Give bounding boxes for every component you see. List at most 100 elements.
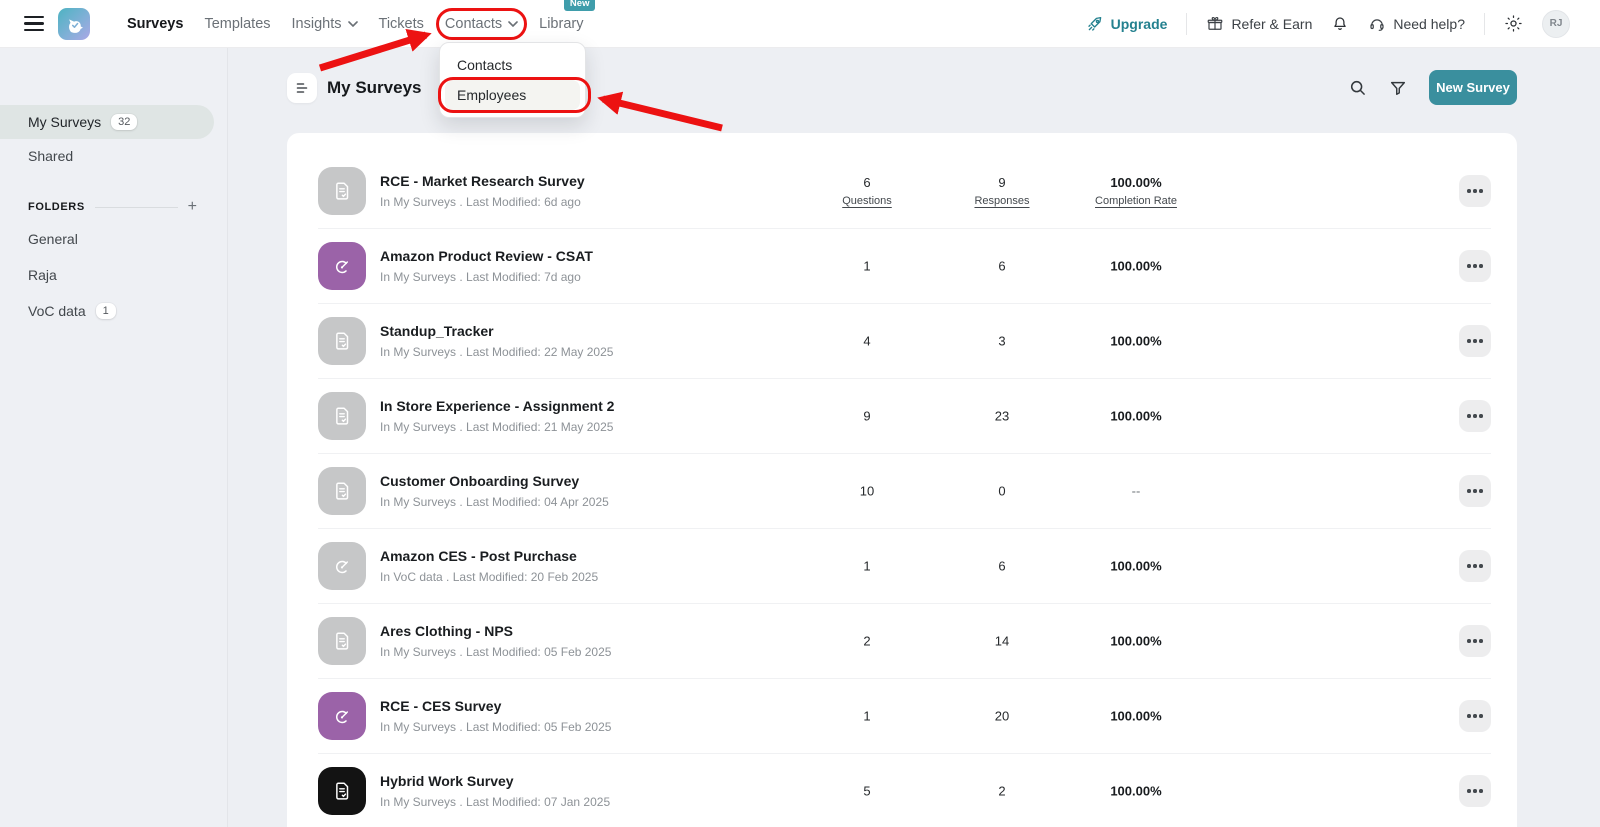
survey-row[interactable]: Standup_Tracker In My Surveys . Last Mod… — [318, 304, 1491, 379]
new-survey-button[interactable]: New Survey — [1429, 70, 1517, 105]
nav-tickets[interactable]: Tickets — [379, 16, 424, 32]
survey-subtitle: In My Surveys . Last Modified: 6d ago — [380, 195, 585, 209]
survey-row[interactable]: Hybrid Work Survey In My Surveys . Last … — [318, 754, 1491, 827]
responses-value: 2 — [998, 784, 1005, 799]
upgrade-button[interactable]: Upgrade — [1086, 15, 1168, 33]
responses-value: 3 — [998, 334, 1005, 349]
survey-row[interactable]: In Store Experience - Assignment 2 In My… — [318, 379, 1491, 454]
sidebar-item-shared[interactable]: Shared — [0, 139, 227, 173]
need-help-button[interactable]: Need help? — [1368, 15, 1465, 33]
row-menu-button[interactable] — [1459, 400, 1491, 432]
contacts-dropdown-menu: Contacts Employees — [439, 42, 586, 118]
divider — [1484, 13, 1485, 35]
nav-templates-label: Templates — [204, 16, 270, 32]
survey-row[interactable]: Customer Onboarding Survey In My Surveys… — [318, 454, 1491, 529]
survey-subtitle: In My Surveys . Last Modified: 07 Jan 20… — [380, 795, 610, 809]
column-label-responses[interactable]: Responses — [974, 195, 1029, 207]
app-window: Surveys Templates Insights Tickets Conta… — [0, 0, 1600, 827]
survey-row[interactable]: Ares Clothing - NPS In My Surveys . Last… — [318, 604, 1491, 679]
surveysparrow-logo[interactable] — [58, 8, 90, 40]
questions-value: 5 — [863, 784, 870, 799]
survey-subtitle: In My Surveys . Last Modified: 21 May 20… — [380, 420, 614, 434]
row-menu-button[interactable] — [1459, 625, 1491, 657]
row-menu-button[interactable] — [1459, 475, 1491, 507]
column-label-questions[interactable]: Questions — [842, 195, 892, 207]
survey-doc-icon — [318, 467, 366, 515]
add-folder-button[interactable]: + — [188, 199, 197, 215]
survey-list-card: RCE - Market Research Survey In My Surve… — [287, 133, 1517, 827]
nav-library[interactable]: Library New — [539, 16, 583, 32]
search-icon[interactable] — [1349, 79, 1367, 97]
folder-count-badge: 1 — [96, 303, 116, 319]
dropdown-item-employees[interactable]: Employees — [445, 80, 580, 110]
need-help-label: Need help? — [1393, 16, 1465, 32]
nav-insights[interactable]: Insights — [292, 16, 358, 32]
primary-nav: Surveys Templates Insights Tickets Conta… — [106, 16, 583, 32]
survey-row[interactable]: RCE - Market Research Survey In My Surve… — [318, 154, 1491, 229]
completion-value: 100.00% — [1110, 559, 1161, 574]
survey-doc-icon — [318, 767, 366, 815]
nav-surveys[interactable]: Surveys — [127, 16, 183, 32]
my-surveys-count-badge: 32 — [111, 114, 137, 130]
row-menu-button[interactable] — [1459, 550, 1491, 582]
completion-value: 100.00% — [1110, 709, 1161, 724]
folder-label: Raja — [28, 267, 57, 283]
sidebar-folder-item[interactable]: VoC data1 — [0, 293, 227, 329]
view-toggle-button[interactable] — [287, 73, 317, 103]
survey-subtitle: In My Surveys . Last Modified: 04 Apr 20… — [380, 495, 609, 509]
completion-value: 100.00% — [1110, 259, 1161, 274]
sidebar-folder-item[interactable]: General — [0, 221, 227, 257]
row-menu-button[interactable] — [1459, 175, 1491, 207]
hamburger-menu-icon[interactable] — [24, 16, 44, 31]
survey-row[interactable]: Amazon CES - Post Purchase In VoC data .… — [318, 529, 1491, 604]
chevron-down-icon — [348, 21, 358, 27]
upgrade-label: Upgrade — [1111, 16, 1168, 32]
responses-value: 20 — [995, 709, 1009, 724]
survey-doc-icon — [318, 392, 366, 440]
survey-title: In Store Experience - Assignment 2 — [380, 398, 614, 414]
row-menu-button[interactable] — [1459, 250, 1491, 282]
row-menu-button[interactable] — [1459, 700, 1491, 732]
survey-title: Amazon Product Review - CSAT — [380, 248, 593, 264]
questions-value: 1 — [863, 259, 870, 274]
dropdown-item-contacts[interactable]: Contacts — [445, 50, 580, 80]
questions-value: 10 — [860, 484, 874, 499]
nav-templates[interactable]: Templates — [204, 16, 270, 32]
page-title: My Surveys — [327, 78, 422, 98]
survey-row[interactable]: RCE - CES Survey In My Surveys . Last Mo… — [318, 679, 1491, 754]
sparrow-icon — [63, 13, 85, 35]
survey-subtitle: In VoC data . Last Modified: 20 Feb 2025 — [380, 570, 598, 584]
filter-icon[interactable] — [1389, 79, 1407, 97]
survey-doc-icon — [318, 617, 366, 665]
survey-title: Standup_Tracker — [380, 323, 613, 339]
column-label-completion-rate[interactable]: Completion Rate — [1095, 195, 1177, 207]
survey-subtitle: In My Surveys . Last Modified: 22 May 20… — [380, 345, 613, 359]
completion-value: -- — [1132, 484, 1141, 499]
survey-row[interactable]: Amazon Product Review - CSAT In My Surve… — [318, 229, 1491, 304]
nav-contacts[interactable]: Contacts — [445, 16, 518, 32]
responses-value: 6 — [998, 559, 1005, 574]
completion-value: 100.00% — [1110, 784, 1161, 799]
survey-gauge-icon — [318, 242, 366, 290]
notifications-bell-icon[interactable] — [1331, 15, 1349, 33]
nav-contacts-label: Contacts — [445, 16, 502, 32]
sidebar-item-my-surveys[interactable]: My Surveys 32 — [0, 105, 214, 139]
divider — [95, 207, 178, 208]
survey-subtitle: In My Surveys . Last Modified: 7d ago — [380, 270, 593, 284]
nav-library-label: Library — [539, 16, 583, 32]
settings-gear-icon[interactable] — [1504, 14, 1523, 33]
user-avatar[interactable]: RJ — [1542, 10, 1570, 38]
refer-earn-button[interactable]: Refer & Earn — [1206, 15, 1312, 33]
survey-subtitle: In My Surveys . Last Modified: 05 Feb 20… — [380, 645, 611, 659]
headset-icon — [1368, 15, 1386, 33]
row-menu-button[interactable] — [1459, 775, 1491, 807]
row-menu-button[interactable] — [1459, 325, 1491, 357]
folder-label: General — [28, 231, 78, 247]
new-badge: New — [564, 0, 596, 11]
survey-subtitle: In My Surveys . Last Modified: 05 Feb 20… — [380, 720, 611, 734]
rocket-icon — [1086, 15, 1104, 33]
page-header: My Surveys New Survey — [228, 48, 1600, 133]
completion-value: 100.00% — [1110, 409, 1161, 424]
sidebar-folder-item[interactable]: Raja — [0, 257, 227, 293]
questions-value: 1 — [863, 709, 870, 724]
